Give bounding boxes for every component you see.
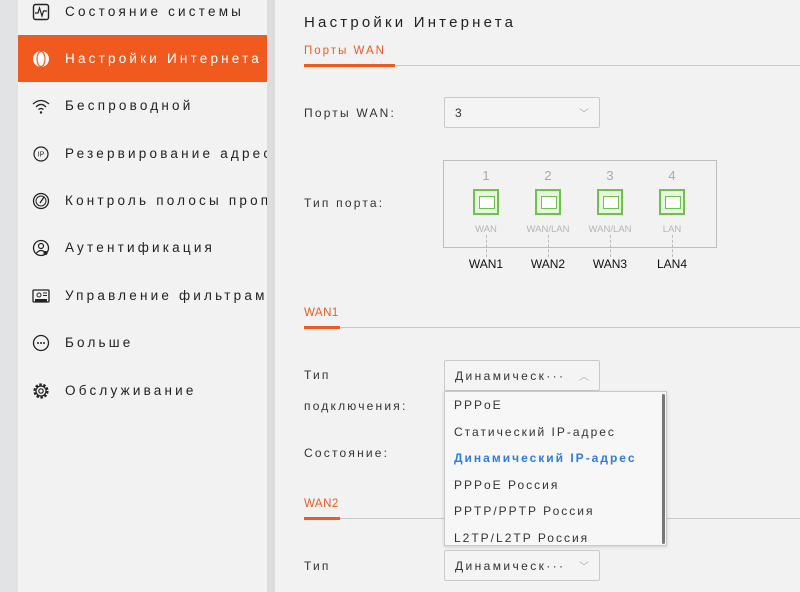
sidebar-item-label: Состояние системы bbox=[65, 4, 245, 19]
option-pppoe-russia[interactable]: PPPoE Россия bbox=[445, 472, 666, 499]
option-l2tp-russia[interactable]: L2TP/L2TP Россия bbox=[445, 525, 666, 552]
port-3[interactable]: 3 WAN/LAN WAN3 bbox=[580, 168, 640, 271]
wan2-section: WAN2 bbox=[304, 498, 339, 510]
port-number: 4 bbox=[668, 168, 676, 183]
port-type: LAN bbox=[662, 224, 682, 235]
sidebar-item-authentication[interactable]: Аутентификация bbox=[18, 224, 267, 271]
left-edge bbox=[0, 0, 18, 592]
activity-monitor-icon bbox=[32, 3, 50, 21]
sidebar-item-label: Больше bbox=[65, 335, 134, 350]
port-type-label: Тип порта: bbox=[304, 196, 385, 210]
sidebar-item-label: Настройки Интернета bbox=[65, 51, 263, 66]
connection-type-dropdown: PPPoE Статический IP-адрес Динамический … bbox=[444, 391, 667, 546]
user-auth-icon bbox=[32, 239, 50, 257]
wan-ports-select[interactable]: 3 ﹀ bbox=[444, 97, 600, 128]
port-name: LAN4 bbox=[656, 257, 688, 271]
filter-card-icon bbox=[32, 287, 50, 305]
dashed-connector bbox=[547, 235, 549, 257]
wifi-icon bbox=[32, 97, 50, 115]
ethernet-port-icon bbox=[597, 189, 623, 215]
port-name: WAN2 bbox=[530, 257, 566, 271]
dashed-connector bbox=[609, 235, 611, 257]
port-1[interactable]: 1 WAN WAN1 bbox=[456, 168, 516, 271]
globe-icon bbox=[32, 50, 50, 68]
sidebar-item-label: Контроль полосы пропускания bbox=[65, 193, 267, 208]
chevron-down-icon: ﹀ bbox=[579, 109, 589, 120]
select-value: Динамическ··· bbox=[455, 368, 566, 383]
sidebar-divider bbox=[267, 0, 275, 592]
port-type: WAN bbox=[475, 224, 497, 235]
speedometer-icon bbox=[32, 192, 50, 210]
sidebar-item-filter-management[interactable]: Управление фильтрами bbox=[18, 272, 267, 319]
ethernet-port-icon bbox=[473, 189, 499, 215]
port-type: WAN/LAN bbox=[588, 224, 632, 235]
ethernet-port-icon bbox=[659, 189, 685, 215]
wan1-connection-type-label-2: подключения: bbox=[304, 399, 408, 413]
option-pptp-russia[interactable]: PPTP/PPTP Россия bbox=[445, 498, 666, 525]
wan-ports-label: Порты WAN: bbox=[304, 106, 397, 120]
sidebar-item-bandwidth-control[interactable]: Контроль полосы пропускания bbox=[18, 177, 267, 224]
option-pppoe[interactable]: PPPoE bbox=[445, 392, 666, 419]
wan1-connection-type-label: Тип bbox=[304, 368, 331, 382]
ethernet-port-icon bbox=[535, 189, 561, 215]
main-content: Настройки Интернета Порты WAN Порты WAN:… bbox=[275, 0, 800, 592]
sidebar-item-label: Аутентификация bbox=[65, 240, 216, 255]
ip-icon: IP bbox=[32, 145, 50, 163]
tab-wan-ports[interactable]: Порты WAN bbox=[304, 45, 386, 57]
sidebar-item-label: Резервирование адресов bbox=[65, 146, 267, 161]
section-underline bbox=[304, 326, 340, 329]
sidebar-item-more[interactable]: Больше bbox=[18, 319, 267, 366]
dropdown-scrollbar[interactable] bbox=[662, 394, 665, 544]
tab-underline bbox=[304, 64, 395, 67]
sidebar-item-maintenance[interactable]: Обслуживание bbox=[18, 367, 267, 414]
dashed-connector bbox=[671, 235, 673, 257]
port-number: 3 bbox=[606, 168, 614, 183]
option-dynamic-ip[interactable]: Динамический IP-адрес bbox=[445, 445, 666, 472]
wan1-connection-type-select[interactable]: Динамическ··· ︿ bbox=[444, 360, 600, 391]
select-value: 3 bbox=[455, 105, 465, 120]
select-value: Динамическ··· bbox=[455, 558, 566, 573]
wan1-status-label: Состояние: bbox=[304, 446, 390, 460]
sidebar-item-wireless[interactable]: Беспроводной bbox=[18, 82, 267, 129]
dashed-connector bbox=[485, 235, 487, 257]
sidebar-item-label: Обслуживание bbox=[65, 383, 197, 398]
wan2-connection-type-label: Тип bbox=[304, 559, 331, 573]
port-4[interactable]: 4 LAN LAN4 bbox=[642, 168, 702, 271]
sidebar-item-label: Беспроводной bbox=[65, 98, 194, 113]
sidebar-item-system-status[interactable]: Состояние системы bbox=[18, 0, 267, 35]
gear-icon bbox=[32, 382, 50, 400]
more-icon bbox=[32, 334, 50, 352]
divider bbox=[304, 327, 800, 328]
svg-text:IP: IP bbox=[38, 151, 45, 158]
port-number: 1 bbox=[482, 168, 490, 183]
port-name: WAN1 bbox=[468, 257, 504, 271]
sidebar: Состояние системы Настройки Интернета Бе… bbox=[18, 0, 267, 592]
sidebar-item-address-reservation[interactable]: IP Резервирование адресов bbox=[18, 130, 267, 177]
wan2-connection-type-select[interactable]: Динамическ··· ﹀ bbox=[444, 550, 600, 581]
option-static-ip[interactable]: Статический IP-адрес bbox=[445, 419, 666, 446]
port-type: WAN/LAN bbox=[526, 224, 570, 235]
sidebar-item-label: Управление фильтрами bbox=[65, 288, 267, 303]
chevron-up-icon: ︿ bbox=[579, 372, 589, 383]
ports: 1 WAN WAN1 2 WAN/LAN WAN2 3 WAN/LAN WAN3 4 LAN L… bbox=[443, 168, 717, 283]
port-2[interactable]: 2 WAN/LAN WAN2 bbox=[518, 168, 578, 271]
sidebar-item-internet-settings[interactable]: Настройки Интернета bbox=[18, 35, 267, 82]
page-title: Настройки Интернета bbox=[304, 14, 517, 31]
section-underline bbox=[304, 517, 340, 520]
wan1-section: WAN1 bbox=[304, 307, 339, 319]
chevron-down-icon: ﹀ bbox=[579, 562, 589, 573]
port-number: 2 bbox=[544, 168, 552, 183]
port-name: WAN3 bbox=[592, 257, 628, 271]
